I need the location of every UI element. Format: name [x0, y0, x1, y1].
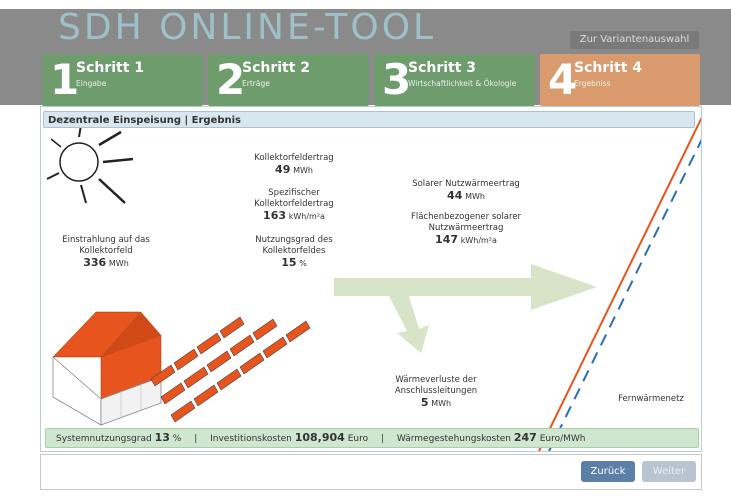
flaechen-value: 147	[435, 233, 459, 246]
waermeverluste-value: 5	[420, 396, 429, 409]
step-4-tab[interactable]: 4 Schritt 4 Ergebniss	[540, 54, 700, 106]
solar-collectors-icon	[150, 316, 311, 423]
next-button[interactable]: Weiter	[642, 461, 696, 482]
result-panel: Dezentrale Einspeisung | Ergebnis Einstr…	[40, 106, 702, 452]
waermeverluste-block: Wärmeverluste der Anschlussleitungen 5 M…	[381, 375, 491, 410]
waerme-unit: Euro/MWh	[539, 434, 586, 444]
spezifisch-label-2: Kollektorfeldertrag	[254, 199, 334, 209]
step-title: Schritt 1	[76, 60, 145, 76]
step-subtitle: Ergebniss	[574, 79, 611, 88]
step-number: 3	[382, 55, 412, 104]
solarer-value: 44	[447, 189, 463, 202]
einstrahlung-label-1: Einstrahlung auf das	[62, 235, 150, 245]
spezifisch-value: 163	[263, 209, 287, 222]
einstrahlung-unit: MWh	[108, 259, 129, 268]
nutzungsgrad-unit: %	[299, 259, 307, 268]
waerme-label: Wärmegestehungskosten	[396, 434, 511, 444]
back-button[interactable]: Zurück	[581, 461, 635, 482]
solarer-unit: MWh	[465, 192, 485, 201]
flaechen-label-1: Flächenbezogener solarer	[410, 212, 522, 222]
flaechen-block: Flächenbezogener solarer Nutzwärmeertrag…	[396, 212, 536, 247]
einstrahlung-block: Einstrahlung auf das Kollektorfeld 336 M…	[51, 235, 161, 270]
panel-title: Dezentrale Einspeisung | Ergebnis	[43, 111, 695, 128]
solarer-label: Solarer Nutzwärmeertrag	[412, 179, 520, 189]
invest-label: Investitionskosten	[210, 434, 292, 444]
systemnutzungsgrad-unit: %	[172, 434, 182, 444]
waerme-value: 247	[513, 431, 537, 444]
waermeverluste-label-1: Wärmeverluste der	[395, 375, 477, 385]
step-subtitle: Wirtschaftlichkeit & Ökologie	[408, 79, 517, 88]
step-subtitle: Erträge	[242, 79, 270, 88]
spezifisch-block: Spezifischer Kollektorfeldertrag 163 kWh…	[239, 188, 349, 223]
nutzungsgrad-label-1: Nutzungsgrad des	[255, 235, 333, 245]
nutzungsgrad-block: Nutzungsgrad des Kollektorfeldes 15 %	[239, 235, 349, 270]
step-title: Schritt 4	[574, 60, 643, 76]
step-3-tab[interactable]: 3 Schritt 3 Wirtschaftlichkeit & Ökologi…	[374, 54, 535, 106]
variant-selection-button[interactable]: Zur Variantenauswahl	[570, 31, 699, 49]
flaechen-label-2: Nutzwärmeertrag	[428, 223, 504, 233]
sun-icon	[46, 124, 134, 204]
kollektorfeldertrag-value: 49	[275, 163, 291, 176]
fernwaermenetz-label: Fernwärmenetz	[618, 394, 684, 404]
separator: |	[380, 434, 385, 444]
diagram-graphic	[46, 116, 701, 451]
header: SDH ONLINE-TOOL Zur Variantenauswahl 1 S…	[0, 7, 731, 106]
kollektorfeldertrag-block: Kollektorfeldertrag 49 MWh	[239, 153, 349, 177]
solarer-block: Solarer Nutzwärmeertrag 44 MWh	[401, 179, 531, 203]
summary-bar: Systemnutzungsgrad 13 % | Investitionsko…	[45, 428, 699, 448]
einstrahlung-value: 336	[83, 256, 107, 269]
invest-value: 108,904	[294, 431, 345, 444]
separator: |	[194, 434, 198, 444]
invest-unit: Euro	[347, 434, 369, 444]
step-title: Schritt 2	[242, 60, 311, 76]
waermeverluste-label-2: Anschlussleitungen	[394, 386, 478, 396]
app-window: SDH ONLINE-TOOL Zur Variantenauswahl 1 S…	[0, 0, 731, 497]
kollektorfeldertrag-unit: MWh	[293, 166, 313, 175]
step-2-tab[interactable]: 2 Schritt 2 Erträge	[208, 54, 369, 106]
systemnutzungsgrad-value: 13	[154, 431, 170, 444]
step-number: 2	[216, 55, 246, 104]
step-subtitle: Eingabe	[76, 79, 107, 88]
energy-flow-arrow-icon	[334, 264, 597, 353]
systemnutzungsgrad-label: Systemnutzungsgrad	[56, 434, 152, 444]
step-number: 4	[548, 55, 578, 104]
spezifisch-label-1: Spezifischer	[268, 188, 320, 198]
step-1-tab[interactable]: 1 Schritt 1 Eingabe	[42, 54, 203, 106]
app-logo: SDH ONLINE-TOOL	[58, 7, 437, 48]
footer-bar: Zurück Weiter	[40, 454, 702, 490]
waermeverluste-unit: MWh	[431, 399, 452, 408]
nutzungsgrad-value: 15	[281, 256, 297, 269]
flaechen-unit: kWh/m²a	[460, 236, 497, 245]
building-icon	[52, 311, 162, 426]
spezifisch-unit: kWh/m²a	[288, 212, 325, 221]
step-title: Schritt 3	[408, 60, 477, 76]
step-number: 1	[50, 55, 80, 104]
kollektorfeldertrag-label: Kollektorfeldertrag	[254, 153, 334, 163]
